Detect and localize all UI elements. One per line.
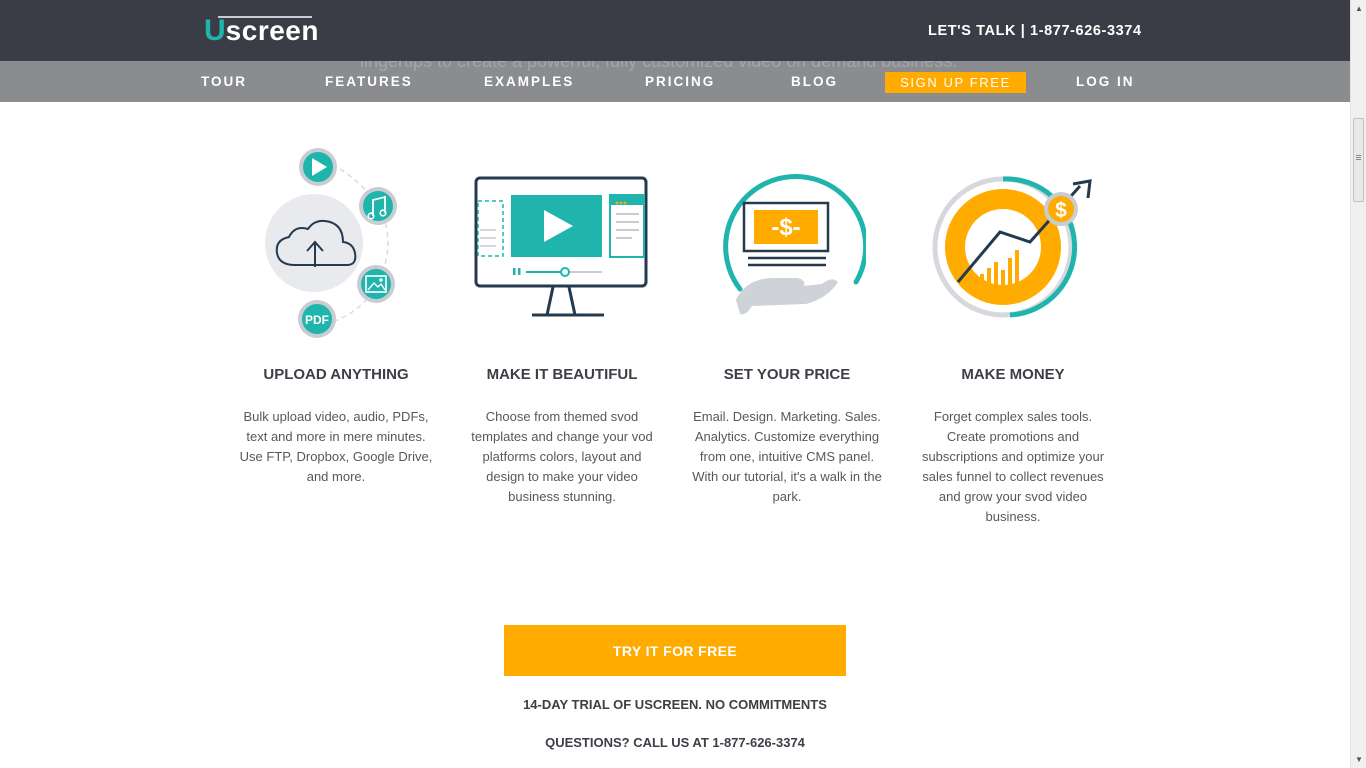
nav-tour[interactable]: TOUR: [201, 74, 247, 89]
feature-revenue-description: Forget complex sales tools. Create promo…: [921, 409, 1105, 524]
hero-tagline-behind-nav: lingertips to create a powerful, fully c…: [360, 61, 958, 71]
feature-revenue-title: MAKE MONEY: [961, 366, 1065, 383]
logo-first-letter: U: [204, 14, 226, 47]
nav-blog[interactable]: BLOG: [791, 74, 838, 89]
feature-upload-description: Bulk upload video, audio, PDFs, text and…: [239, 409, 433, 484]
pdf-label: PDF: [305, 313, 329, 327]
scroll-down-arrow-icon[interactable]: ▼: [1351, 751, 1366, 768]
nav-pricing[interactable]: PRICING: [645, 74, 715, 89]
cloud-upload-icon: PDF: [265, 148, 397, 338]
nav-signup-button[interactable]: SIGN UP FREE: [885, 72, 1026, 93]
nav-features[interactable]: FEATURES: [325, 74, 413, 89]
feature-upload-title: UPLOAD ANYTHING: [263, 366, 409, 383]
scroll-up-arrow-icon[interactable]: ▲: [1351, 0, 1366, 17]
grip-icon: [1356, 155, 1361, 156]
top-header: U screen LET'S TALK | 1-877-626-3374: [0, 0, 1350, 61]
scroll-thumb[interactable]: [1353, 118, 1364, 202]
nav-login[interactable]: LOG IN: [1076, 74, 1135, 89]
main-nav: lingertips to create a powerful, fully c…: [0, 61, 1350, 102]
feature-pricing-description: Email. Design. Marketing. Sales. Analyti…: [692, 409, 882, 504]
coin-label: $: [1055, 199, 1067, 222]
try-free-button[interactable]: TRY IT FOR FREE: [504, 625, 846, 676]
logo-text: screen: [225, 15, 319, 46]
growth-chart-icon: $: [932, 176, 1092, 318]
logo-accent-line: [218, 16, 312, 18]
feature-design-description: Choose from themed svod templates and ch…: [471, 409, 653, 504]
hand-money-icon: -$-: [723, 174, 866, 315]
monitor-play-icon: [474, 176, 648, 317]
money-bill-label: -$-: [771, 214, 800, 241]
contact-phone[interactable]: LET'S TALK | 1-877-626-3374: [928, 23, 1142, 39]
nav-examples[interactable]: EXAMPLES: [484, 74, 574, 89]
feature-pricing-title: SET YOUR PRICE: [723, 366, 851, 383]
trial-note: 14-DAY TRIAL OF USCREEN. NO COMMITMENTS: [523, 697, 827, 712]
questions-phone: QUESTIONS? CALL US AT 1-877-626-3374: [545, 735, 805, 750]
feature-design-title: MAKE IT BEAUTIFUL: [486, 366, 638, 383]
uscreen-logo[interactable]: U screen: [204, 12, 319, 46]
vertical-scrollbar[interactable]: ▲ ▼: [1350, 0, 1366, 768]
